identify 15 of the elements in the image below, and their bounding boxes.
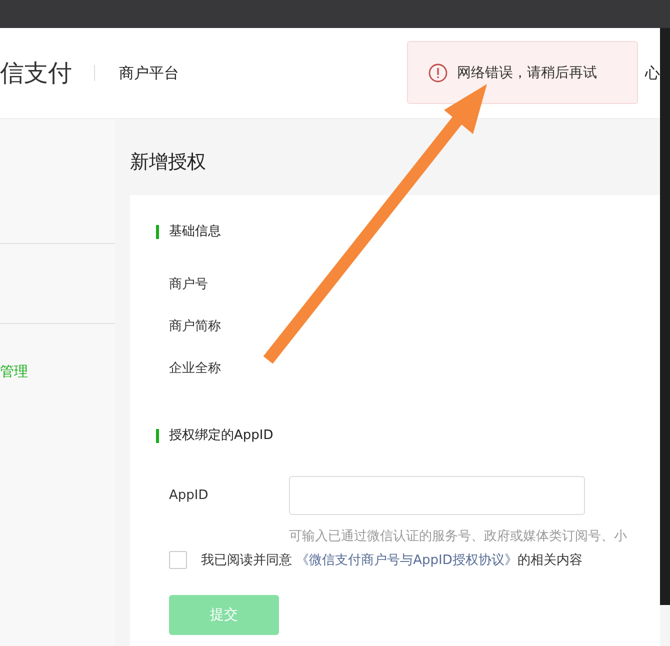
hint-text: 可输入已通过微信认证的服务号、政府或媒体类订阅号、小 [289,528,628,545]
page-title: 新增授权 [130,150,207,175]
platform-name: 商户平台 [119,64,179,82]
error-icon [428,62,448,82]
field-label: 商户号 [169,276,209,293]
input-field[interactable] [289,476,585,514]
sidebar-item[interactable]: 管理 [0,363,115,381]
field-label: 企业全称 [169,360,222,377]
field-label: AppID [169,488,210,502]
checkbox[interactable] [169,551,187,569]
field-label: 商户简称 [169,318,222,335]
toast-message: 网络错误，请稍后再试 [457,64,597,82]
agreement-text: 我已阅读并同意 《微信支付商户号与AppID授权协议》的相关内容 [201,552,582,569]
nav-item[interactable]: 心 [645,64,660,82]
agreement-link[interactable]: 《微信支付商户号与AppID授权协议》 [296,553,518,568]
